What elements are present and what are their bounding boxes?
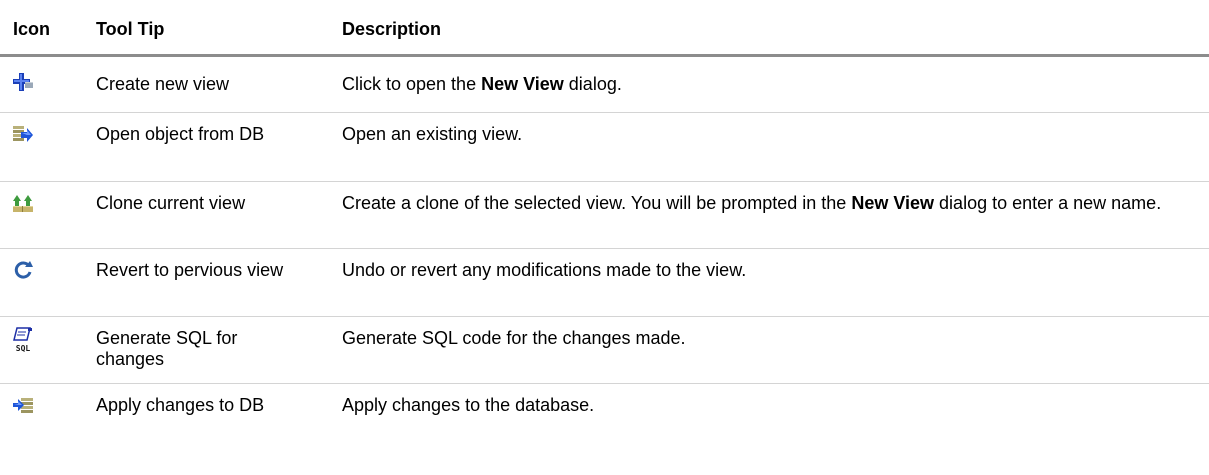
- header-description: Description: [342, 19, 442, 39]
- tooltip-text: Apply changes to DB: [96, 395, 265, 415]
- description-text: Open an existing view.: [342, 124, 523, 144]
- description-text: Generate SQL code for the changes made.: [342, 328, 686, 348]
- table-row: Open object from DB Open an existing vie…: [0, 113, 1209, 182]
- svg-text:SQL: SQL: [16, 344, 31, 353]
- generate-sql-icon: SQL: [12, 327, 34, 353]
- description-text: Apply changes to the database.: [342, 395, 595, 415]
- clone-view-icon: [12, 192, 34, 214]
- revert-icon: [12, 259, 34, 281]
- table-row: Create new view Click to open the New Vi…: [0, 57, 1209, 113]
- create-new-view-icon: [12, 71, 34, 93]
- tooltip-text: Open object from DB: [96, 124, 265, 144]
- table-row: Revert to pervious view Undo or revert a…: [0, 249, 1209, 317]
- open-object-icon: [12, 123, 34, 145]
- description-text: Undo or revert any modifications made to…: [342, 260, 747, 280]
- table-row: Clone current view Create a clone of the…: [0, 182, 1209, 249]
- tooltip-text: Revert to pervious view: [96, 260, 284, 280]
- tooltip-text: Generate SQL for changes: [96, 328, 238, 369]
- description-text: Click to open the New View dialog.: [342, 74, 622, 94]
- description-text: Create a clone of the selected view. You…: [342, 193, 1162, 213]
- header-icon: Icon: [13, 19, 51, 39]
- table-row: SQL Generate SQL for changes Generate SQ…: [0, 317, 1209, 384]
- table-header: Icon Tool Tip Description: [0, 0, 1209, 57]
- tooltip-text: Clone current view: [96, 193, 246, 213]
- tooltip-text: Create new view: [96, 74, 230, 94]
- table-row: Apply changes to DB Apply changes to the…: [0, 384, 1209, 475]
- header-tooltip: Tool Tip: [96, 19, 165, 39]
- apply-changes-icon: [12, 394, 34, 416]
- toolbar-icons-table: Icon Tool Tip Description Create new vie…: [0, 0, 1209, 475]
